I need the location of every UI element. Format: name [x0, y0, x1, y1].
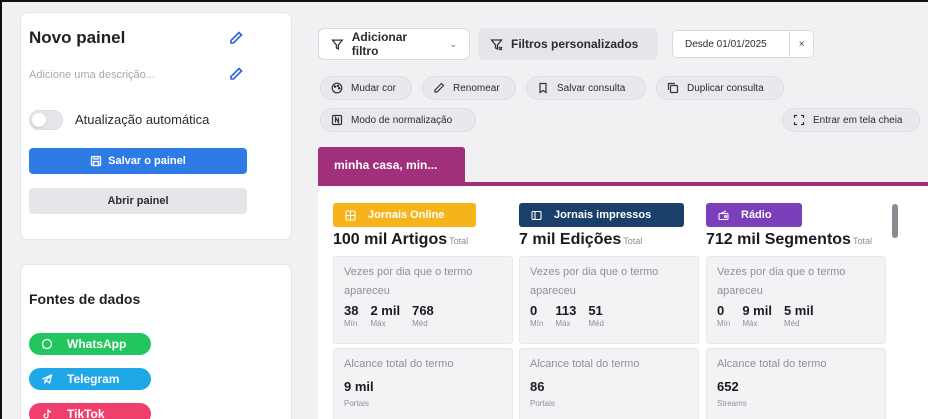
reach-stat-card: Alcance total do termo 652 Streams — [706, 348, 886, 419]
source-label: WhatsApp — [67, 337, 127, 351]
total-metric: 712 mil Segmentos Total — [706, 231, 872, 248]
add-filter-button[interactable]: Adicionar filtro ⌄ — [318, 28, 470, 60]
open-panel-button[interactable]: Abrir painel — [29, 188, 247, 214]
fullscreen-icon — [793, 114, 805, 126]
reach-stat-card: Alcance total do termo 86 Portais — [519, 348, 699, 419]
reach-unit: Streams — [717, 399, 747, 408]
source-badge-online: Jornais Online — [333, 203, 476, 227]
total-metric: 100 mil Artigos Total — [333, 231, 469, 248]
pencil-icon — [434, 82, 445, 93]
change-color-label: Mudar cor — [351, 82, 397, 94]
palette-icon — [331, 82, 343, 94]
source-badge-print: Jornais impressos — [519, 203, 684, 227]
badge-label: Rádio — [741, 209, 772, 221]
edit-description-pencil-icon[interactable] — [228, 66, 244, 82]
auto-update-toggle[interactable] — [29, 110, 63, 130]
source-badge-radio: Rádio — [706, 203, 802, 227]
save-panel-label: Salvar o painel — [108, 155, 186, 167]
newspaper-icon — [531, 210, 542, 220]
source-tiktok-button[interactable]: TikTok — [29, 403, 151, 419]
reach-value: 86 — [530, 379, 545, 394]
per-day-stat-card: Vezes por dia que o termo apareceu 0 Mín … — [706, 256, 886, 344]
source-telegram-button[interactable]: Telegram — [29, 368, 151, 390]
panel-title[interactable]: Novo painel — [29, 28, 125, 48]
tab-query[interactable]: minha casa, min... — [318, 147, 465, 182]
auto-update-label: Atualização automática — [75, 112, 210, 127]
telegram-icon — [42, 373, 53, 385]
radio-icon — [718, 210, 729, 220]
duplicate-query-label: Duplicar consulta — [687, 82, 764, 94]
source-label: TikTok — [67, 407, 105, 419]
fullscreen-label: Entrar em tela cheia — [813, 114, 903, 126]
description-placeholder[interactable]: Adicione uma descrição... — [29, 69, 155, 81]
normalization-icon — [331, 114, 343, 126]
source-label: Telegram — [67, 372, 120, 386]
save-query-button[interactable]: Salvar consulta — [526, 76, 646, 100]
save-panel-button[interactable]: Salvar o painel — [29, 148, 247, 174]
per-day-stat-card: Vezes por dia que o termo apareceu 0 Mín … — [519, 256, 699, 344]
date-filter-chip[interactable]: Desde 01/01/2025 × — [672, 30, 814, 58]
sources-title: Fontes de dados — [29, 291, 141, 307]
chevron-down-icon: ⌄ — [449, 38, 457, 49]
min-max-avg: 38 Mín 2 mil Máx 768 Méd — [344, 303, 434, 328]
filter-icon — [331, 38, 344, 50]
per-day-stat-card: Vezes por dia que o termo apareceu 38 Mín… — [333, 256, 513, 344]
per-day-label: Vezes por dia que o termo apareceu — [344, 266, 473, 297]
add-filter-label: Adicionar filtro — [351, 30, 408, 58]
tiktok-icon — [43, 409, 52, 419]
globe-icon — [345, 209, 356, 221]
custom-filter-icon — [490, 38, 503, 50]
bookmark-icon — [539, 82, 547, 94]
reach-unit: Portais — [530, 399, 555, 408]
normalization-mode-label: Modo de normalização — [351, 114, 453, 126]
min-max-avg: 0 Mín 113 Máx 51 Méd — [530, 303, 604, 328]
normalization-mode-button[interactable]: Modo de normalização — [320, 108, 476, 132]
total-metric: 7 mil Edições Total — [519, 231, 643, 248]
custom-filters-button[interactable]: Filtros personalizados — [478, 28, 658, 60]
custom-filters-label: Filtros personalizados — [511, 37, 639, 51]
per-day-label: Vezes por dia que o termo apareceu — [530, 266, 659, 297]
clear-date-close-icon[interactable]: × — [789, 31, 813, 57]
reach-label: Alcance total do termo — [530, 358, 640, 370]
copy-icon — [667, 82, 679, 94]
change-color-button[interactable]: Mudar cor — [320, 76, 412, 100]
reach-value: 652 — [717, 379, 739, 394]
rename-label: Renomear — [453, 82, 500, 94]
whatsapp-icon — [41, 338, 53, 350]
edit-title-pencil-icon[interactable] — [228, 30, 244, 46]
reach-stat-card: Alcance total do termo 9 mil Portais — [333, 348, 513, 419]
duplicate-query-button[interactable]: Duplicar consulta — [656, 76, 784, 100]
min-max-avg: 0 Mín 9 mil Máx 5 mil Méd — [717, 303, 814, 328]
save-icon — [91, 155, 102, 167]
reach-unit: Portais — [344, 399, 369, 408]
date-filter-label: Desde 01/01/2025 — [685, 38, 767, 50]
reach-label: Alcance total do termo — [344, 358, 454, 370]
per-day-label: Vezes por dia que o termo apareceu — [717, 266, 846, 297]
fullscreen-button[interactable]: Entrar em tela cheia — [782, 108, 920, 132]
rename-button[interactable]: Renomear — [422, 76, 516, 100]
reach-value: 9 mil — [344, 379, 374, 394]
badge-label: Jornais Online — [368, 209, 445, 221]
vertical-scrollbar[interactable] — [892, 204, 898, 238]
source-whatsapp-button[interactable]: WhatsApp — [29, 333, 151, 355]
reach-label: Alcance total do termo — [717, 358, 827, 370]
badge-label: Jornais impressos — [554, 209, 652, 221]
save-query-label: Salvar consulta — [557, 82, 626, 94]
